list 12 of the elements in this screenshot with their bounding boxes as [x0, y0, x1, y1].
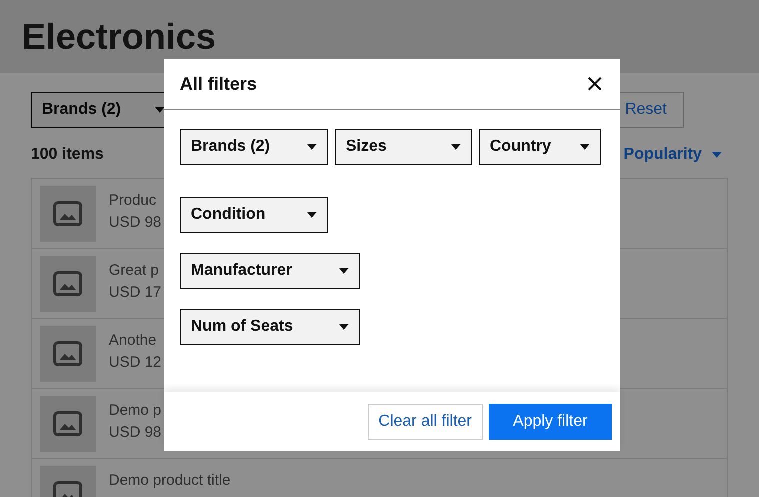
product-name: Produc: [109, 192, 158, 209]
item-count: 100 items: [31, 146, 104, 164]
product-price: USD 98: [109, 214, 162, 231]
product-price: USD 12: [109, 354, 162, 371]
product-name: Great p: [109, 262, 160, 279]
product-price: USD 17: [109, 284, 162, 301]
product-price: USD 98: [109, 424, 162, 441]
dialog-title: All filters: [180, 74, 258, 94]
product-name: Anothe: [109, 332, 158, 349]
product-name: Demo product title: [109, 472, 231, 489]
page-title: Electronics: [22, 16, 216, 58]
product-name: Demo p: [109, 402, 162, 419]
